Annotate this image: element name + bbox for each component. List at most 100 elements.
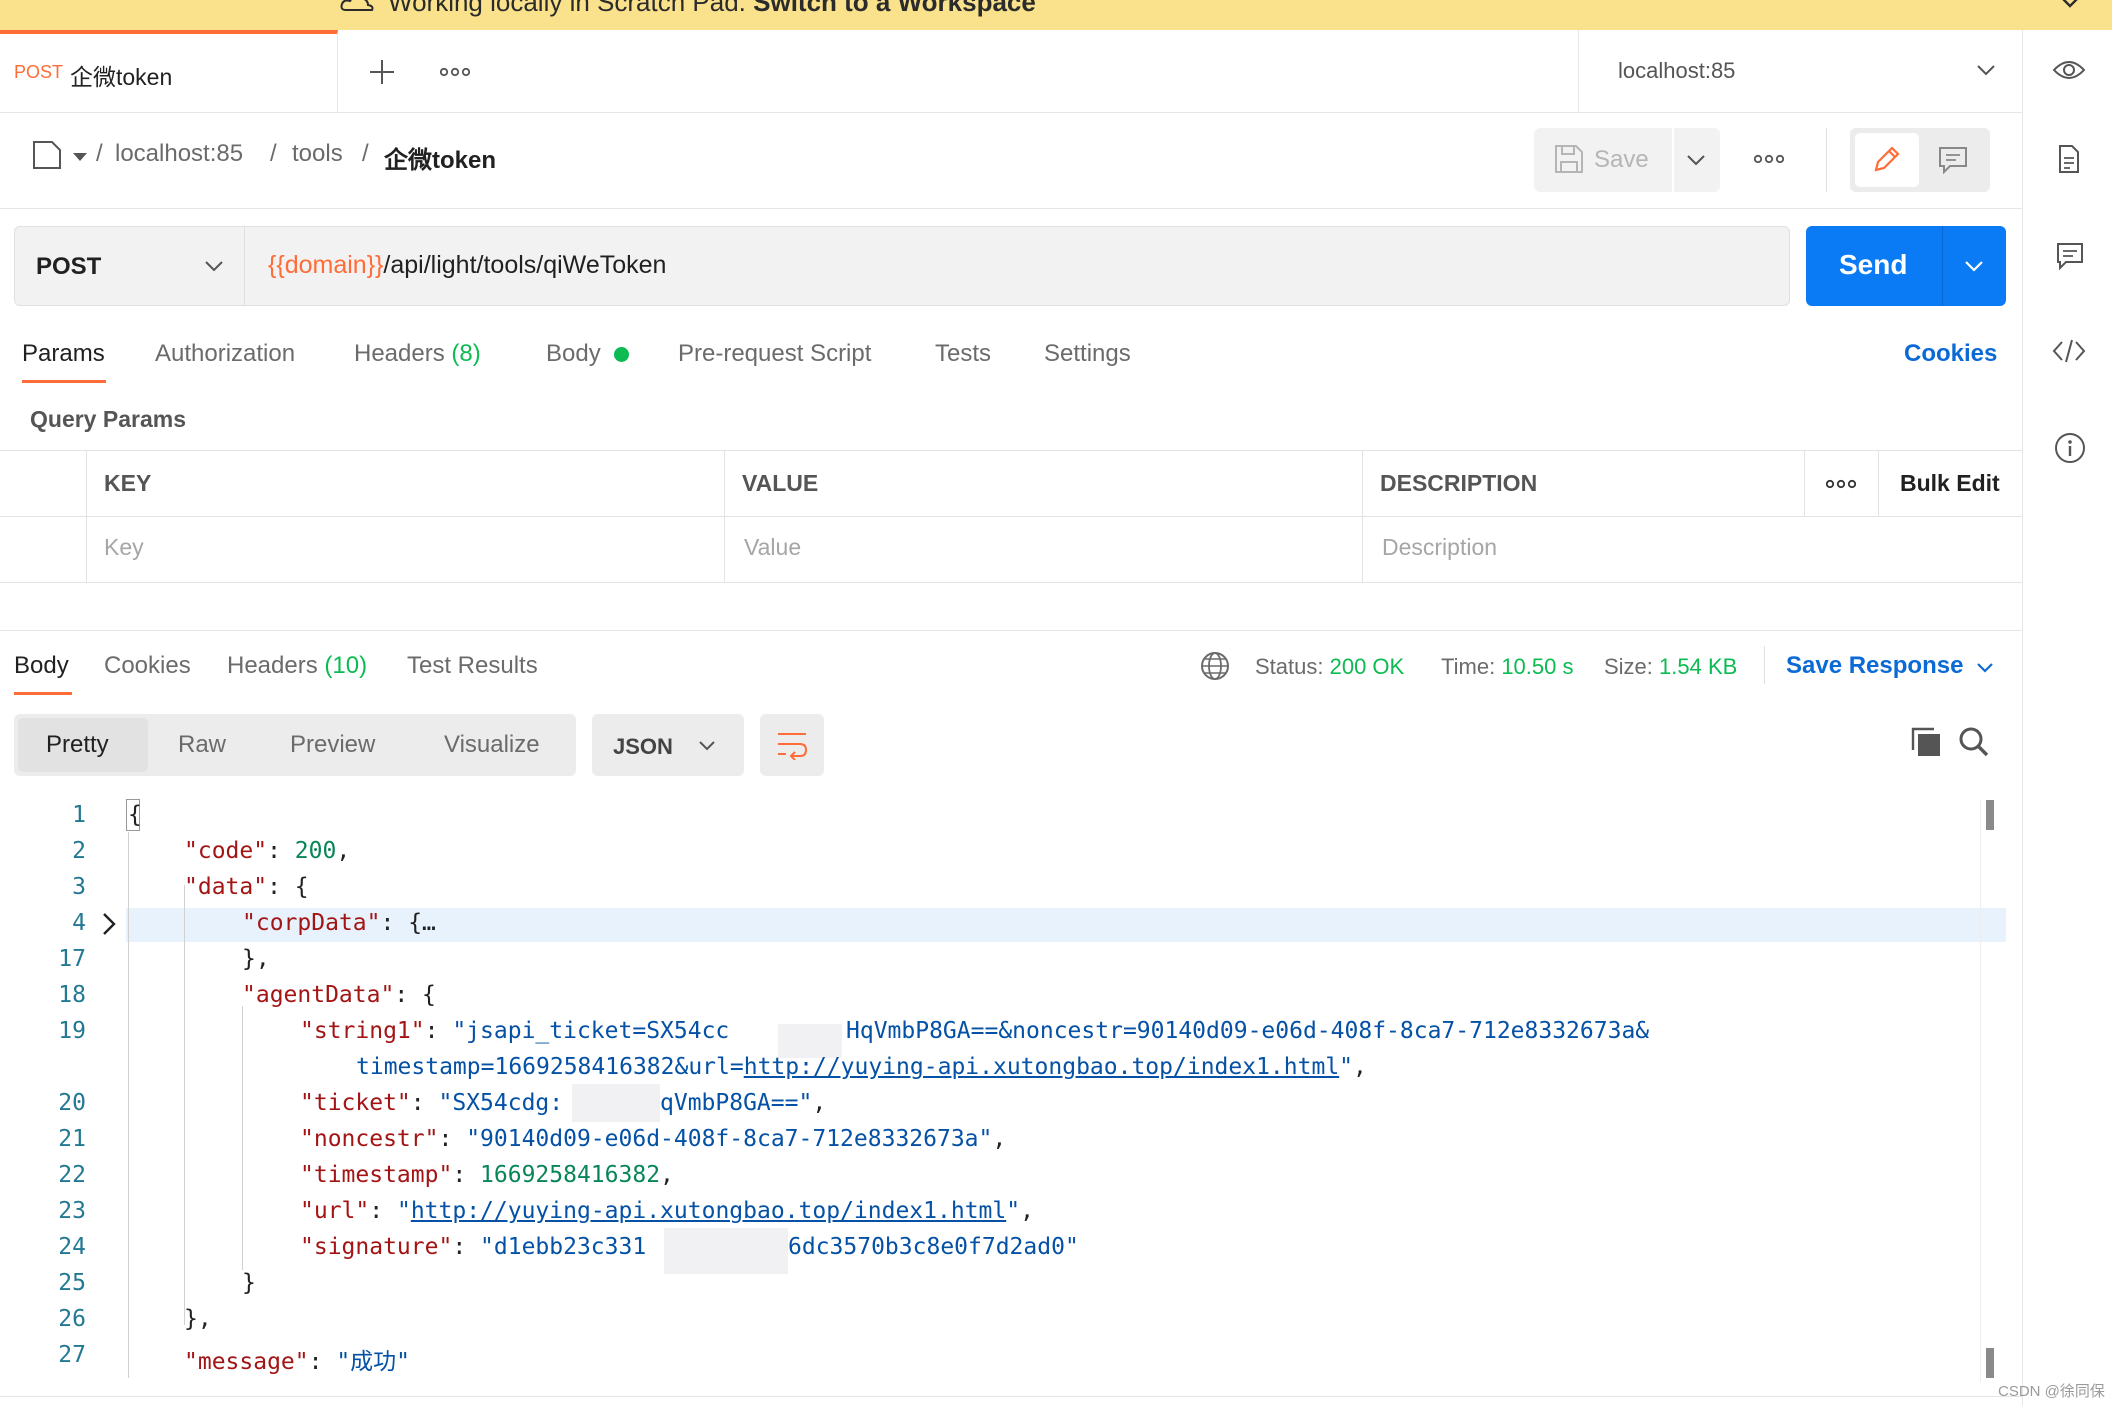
url-value-link[interactable]: http://yuying-api.xutongbao.top/index1.h… bbox=[411, 1198, 1006, 1224]
param-description-input[interactable]: Description bbox=[1382, 534, 1497, 561]
code-line-25: } bbox=[242, 1270, 256, 1296]
collection-icon[interactable] bbox=[32, 140, 64, 170]
response-headers-count: (10) bbox=[324, 652, 368, 679]
line-number: 26 bbox=[58, 1306, 86, 1332]
comments-icon[interactable] bbox=[2056, 242, 2084, 270]
indent-guide-2 bbox=[184, 885, 185, 1325]
env-divider bbox=[1578, 30, 1579, 112]
param-value-input[interactable]: Value bbox=[744, 534, 801, 561]
line-number: 27 bbox=[58, 1342, 86, 1368]
line-number: 19 bbox=[58, 1018, 86, 1044]
param-key-input[interactable]: Key bbox=[104, 534, 144, 561]
view-raw[interactable]: Raw bbox=[178, 731, 226, 759]
tab-body[interactable]: Body bbox=[546, 340, 601, 368]
params-col-divider-5 bbox=[1878, 450, 1879, 516]
cookies-link[interactable]: Cookies bbox=[1904, 340, 1997, 368]
meta-divider bbox=[1764, 646, 1765, 684]
headers-count: (8) bbox=[451, 340, 481, 367]
response-tab-body[interactable]: Body bbox=[14, 652, 69, 680]
eye-icon[interactable] bbox=[2052, 58, 2086, 82]
tab-prerequest-script[interactable]: Pre-request Script bbox=[678, 340, 871, 368]
string1-url-link[interactable]: http://yuying-api.xutongbao.top/index1.h… bbox=[744, 1054, 1339, 1080]
line-number: 4 bbox=[72, 910, 86, 936]
code-line-23: "url": "http://yuying-api.xutongbao.top/… bbox=[300, 1198, 1034, 1224]
chevron-down-icon[interactable] bbox=[1976, 64, 1996, 76]
line-number: 24 bbox=[58, 1234, 86, 1260]
expand-chevron-icon[interactable] bbox=[102, 912, 116, 936]
environment-select[interactable]: localhost:85 bbox=[1618, 58, 1735, 84]
search-icon[interactable] bbox=[1958, 726, 1990, 758]
code-line-27: "message": "成功" bbox=[184, 1349, 411, 1375]
view-preview[interactable]: Preview bbox=[290, 731, 375, 759]
scrollbar-marker-top bbox=[1986, 800, 1994, 830]
code-line-20: "ticket": "SX54cdg: bbox=[300, 1090, 564, 1116]
save-options-chevron-icon[interactable] bbox=[1686, 154, 1706, 166]
params-table-mid bbox=[0, 516, 2022, 517]
tab-tests[interactable]: Tests bbox=[935, 340, 991, 368]
caret-down-icon[interactable] bbox=[72, 152, 88, 162]
code-line-3: "data": { bbox=[184, 874, 309, 900]
banner-text: Working locally in Scratch Pad. Switch t… bbox=[388, 0, 1036, 18]
code-line-1: { bbox=[128, 802, 142, 828]
view-visualize[interactable]: Visualize bbox=[444, 731, 540, 759]
response-divider bbox=[0, 630, 2022, 631]
info-icon[interactable] bbox=[2054, 432, 2086, 464]
tab-params-underline bbox=[22, 380, 106, 383]
url-variable: {{domain}} bbox=[268, 251, 384, 279]
more-tabs-icon[interactable] bbox=[440, 67, 470, 77]
send-options-chevron-icon[interactable] bbox=[1964, 260, 1984, 272]
params-more-icon[interactable] bbox=[1826, 479, 1856, 489]
tab-headers[interactable]: Headers (8) bbox=[354, 340, 481, 368]
code-line-24: "signature": "d1ebb23c331 bbox=[300, 1234, 647, 1260]
response-time: Time: 10.50 s bbox=[1441, 654, 1574, 679]
format-chevron-icon[interactable] bbox=[698, 740, 716, 752]
code-line-4[interactable]: "corpData": {… bbox=[242, 910, 436, 936]
response-tab-headers[interactable]: Headers (10) bbox=[227, 652, 367, 680]
code-line-19-wrap: timestamp=1669258416382&url=http://yuyin… bbox=[356, 1054, 1367, 1080]
save-response-chevron-icon[interactable] bbox=[1976, 662, 1994, 674]
column-header-value: VALUE bbox=[742, 470, 819, 496]
breadcrumb-item-env[interactable]: localhost:85 bbox=[115, 140, 243, 168]
bottom-border bbox=[0, 1396, 2022, 1397]
save-response-button[interactable]: Save Response bbox=[1786, 652, 1963, 680]
code-line-22: "timestamp": 1669258416382, bbox=[300, 1162, 674, 1188]
workspace-banner bbox=[0, 0, 2112, 30]
view-pretty[interactable]: Pretty bbox=[46, 731, 109, 759]
line-number: 2 bbox=[72, 838, 86, 864]
save-divider bbox=[1672, 128, 1674, 192]
body-indicator-dot bbox=[614, 347, 629, 362]
header-divider-line bbox=[0, 208, 2022, 209]
watermark: CSDN @徐同保 bbox=[1998, 1383, 2105, 1400]
code-icon[interactable] bbox=[2052, 338, 2086, 364]
query-params-label: Query Params bbox=[30, 406, 186, 432]
copy-icon[interactable] bbox=[1910, 726, 1942, 758]
params-col-divider-1 bbox=[86, 450, 87, 582]
response-tab-cookies[interactable]: Cookies bbox=[104, 652, 191, 680]
tab-authorization[interactable]: Authorization bbox=[155, 340, 295, 368]
comment-mode-icon[interactable] bbox=[1938, 146, 1968, 174]
close-banner-icon[interactable] bbox=[2058, 0, 2080, 12]
code-line-18: "agentData": { bbox=[242, 982, 436, 1008]
tab-params[interactable]: Params bbox=[22, 340, 105, 368]
method-chevron-icon[interactable] bbox=[204, 260, 224, 272]
plus-icon[interactable] bbox=[368, 58, 396, 86]
tab-method-label: POST bbox=[14, 62, 64, 82]
code-line-19: "string1": "jsapi_ticket=SX54cc bbox=[300, 1018, 730, 1044]
line-number: 17 bbox=[58, 946, 86, 972]
redacted-region-3 bbox=[664, 1228, 788, 1274]
cloud-off-icon bbox=[340, 0, 374, 14]
documentation-icon[interactable] bbox=[2058, 144, 2080, 174]
globe-icon[interactable] bbox=[1200, 651, 1230, 681]
breadcrumb-item-folder[interactable]: tools bbox=[292, 140, 343, 168]
response-tab-test-results[interactable]: Test Results bbox=[407, 652, 538, 680]
switch-workspace-link[interactable]: Switch to a Workspace bbox=[753, 0, 1036, 17]
code-scrollbar[interactable] bbox=[1980, 800, 1999, 1382]
tab-settings[interactable]: Settings bbox=[1044, 340, 1131, 368]
code-line-2: "code": 200, bbox=[184, 838, 351, 864]
more-options-icon[interactable] bbox=[1754, 154, 1784, 164]
save-label: Save bbox=[1594, 146, 1649, 173]
breadcrumb-sep-2: / bbox=[270, 140, 277, 167]
line-number: 25 bbox=[58, 1270, 86, 1296]
bulk-edit-button[interactable]: Bulk Edit bbox=[1900, 470, 2000, 497]
breadcrumb-sep-3: / bbox=[362, 140, 369, 167]
